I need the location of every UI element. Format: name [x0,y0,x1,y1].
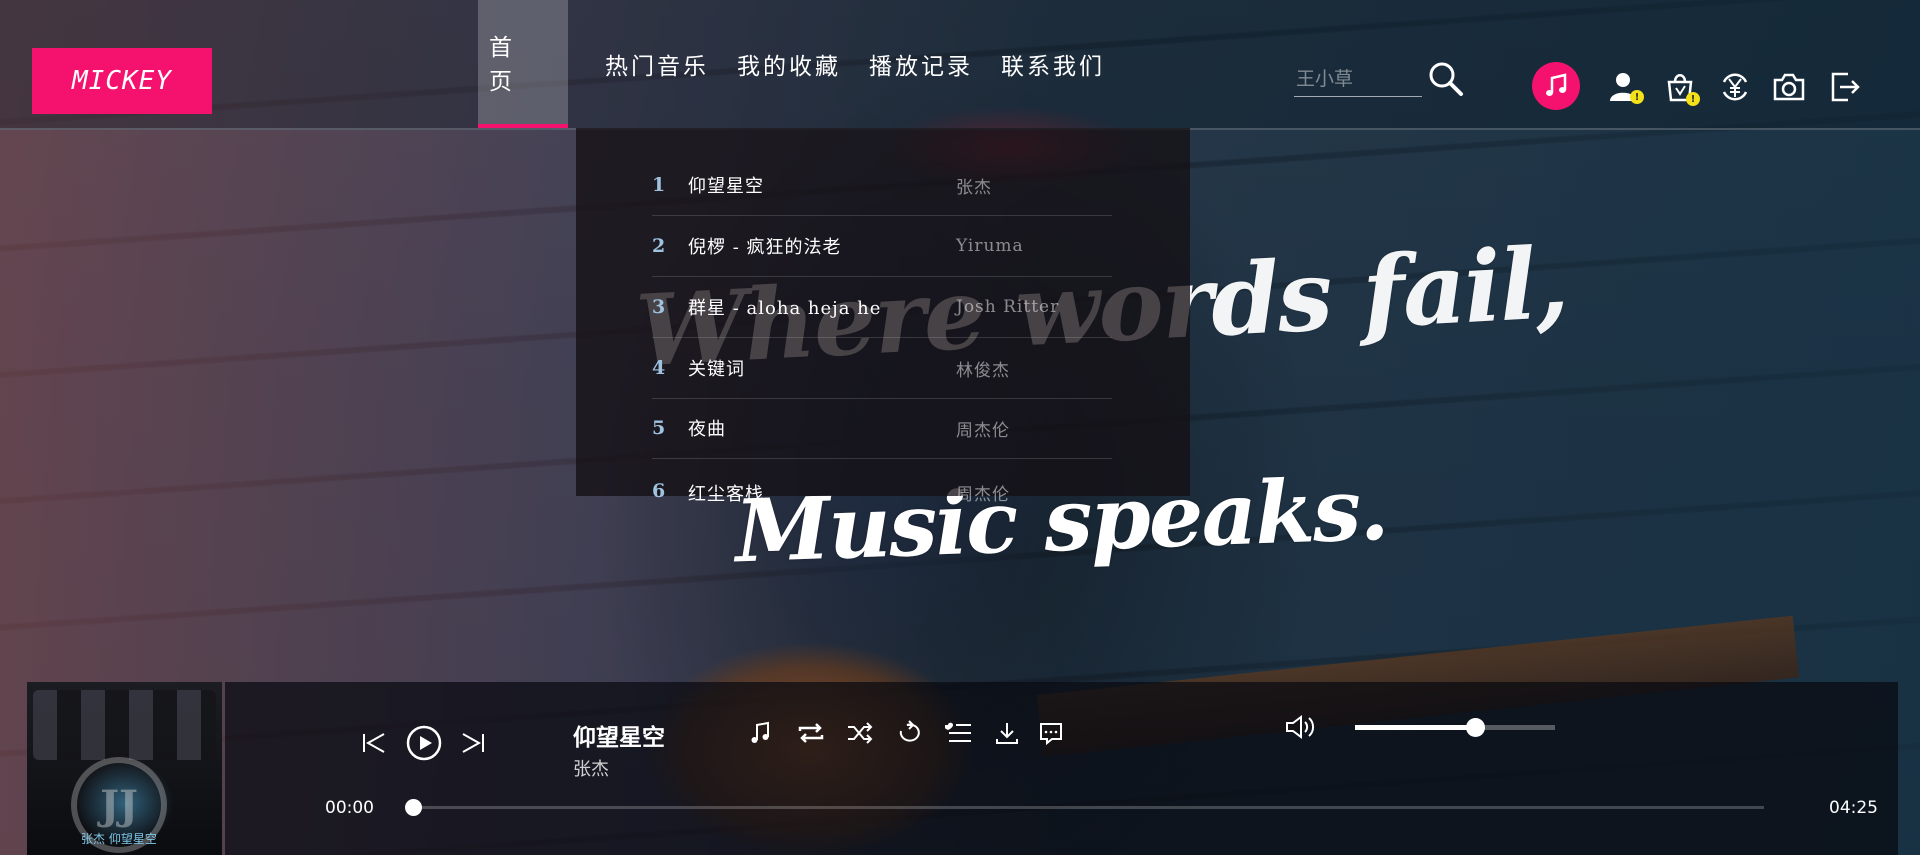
song-artist: 周杰伦 [956,485,1010,505]
shuffle-icon[interactable] [846,720,874,750]
song-row[interactable]: 1 仰望星空 张杰 [652,155,1112,216]
now-playing-artist: 张杰 [573,759,609,780]
current-time: 00:00 [325,798,374,818]
nav-item-history[interactable]: 播放记录 [858,0,984,128]
nav-item-hot-music[interactable]: 热门音乐 [594,0,720,128]
download-icon[interactable] [994,720,1020,750]
song-artist: Yiruma [956,236,1024,256]
camera-icon[interactable] [1772,70,1806,104]
song-artist: 张杰 [956,177,992,198]
hot-songs-dropdown: 1 仰望星空 张杰 2 倪椤 - 疯狂的法老 Yiruma 3 群星 - alo… [576,128,1190,505]
main-nav: 首 页 热门音乐 我的收藏 播放记录 联系我们 [478,0,1116,128]
song-artist: 周杰伦 [956,420,1010,441]
bag-badge: ! [1686,92,1700,106]
song-number: 1 [652,174,666,196]
nav-item-home[interactable]: 首 页 [478,0,568,128]
repeat-icon[interactable] [796,720,826,750]
song-number: 2 [652,235,666,257]
volume-knob[interactable] [1466,718,1485,737]
music-note-icon[interactable] [1532,62,1580,110]
loop-icon[interactable] [895,720,923,750]
song-title: 群星 - aloha heja he [688,298,882,319]
song-number: 4 [652,357,666,379]
now-playing-title: 仰望星空 [573,725,665,751]
album-cover-photo [33,690,216,760]
song-title: 仰望星空 [688,176,764,197]
previous-icon[interactable] [360,729,388,761]
yen-icon[interactable] [1718,70,1752,104]
playlist-icon[interactable] [943,720,973,750]
nav-item-favorites[interactable]: 我的收藏 [726,0,852,128]
song-row[interactable]: 2 倪椤 - 疯狂的法老 Yiruma [652,216,1112,277]
song-title: 夜曲 [688,419,726,440]
total-time: 04:25 [1829,798,1878,818]
comment-icon[interactable] [1038,720,1064,750]
song-artist: 林俊杰 [956,360,1010,381]
album-cover[interactable]: JJ 张杰 仰望星空 [27,682,222,855]
song-number: 3 [652,296,666,318]
progress-bar[interactable] [405,799,1764,816]
song-number: 5 [652,417,666,439]
nav-item-contact[interactable]: 联系我们 [990,0,1116,128]
play-icon[interactable] [405,724,443,766]
song-title: 倪椤 - 疯狂的法老 [688,237,842,258]
logout-icon[interactable] [1828,70,1862,104]
player-bar [225,682,1898,855]
user-icon[interactable]: ! [1608,70,1644,104]
search-icon[interactable] [1426,60,1466,100]
song-row[interactable]: 5 夜曲 周杰伦 [652,398,1112,459]
logo[interactable]: MICKEY [32,48,212,114]
volume-slider[interactable] [1355,718,1555,737]
song-row[interactable]: 3 群星 - aloha heja he Josh Ritter [652,277,1112,338]
song-artist: Josh Ritter [956,297,1060,317]
album-cover-caption: 张杰 仰望星空 [81,832,157,846]
volume-icon[interactable] [1284,713,1316,745]
song-row[interactable]: 4 关键词 林俊杰 [652,338,1112,399]
song-row[interactable]: 6 红尘客栈 周杰伦 [652,458,1112,518]
song-title: 红尘客栈 [688,484,764,505]
shopping-bag-icon[interactable]: ! [1664,70,1700,106]
volume-fill [1355,725,1475,730]
progress-knob[interactable] [405,799,422,816]
next-icon[interactable] [459,729,487,761]
lyrics-icon[interactable] [748,720,774,750]
song-number: 6 [652,480,666,502]
user-badge: ! [1630,90,1644,104]
search-input[interactable] [1294,62,1422,97]
top-header: MICKEY 首 页 热门音乐 我的收藏 播放记录 联系我们 ! ! [0,0,1920,130]
song-title: 关键词 [688,359,745,380]
